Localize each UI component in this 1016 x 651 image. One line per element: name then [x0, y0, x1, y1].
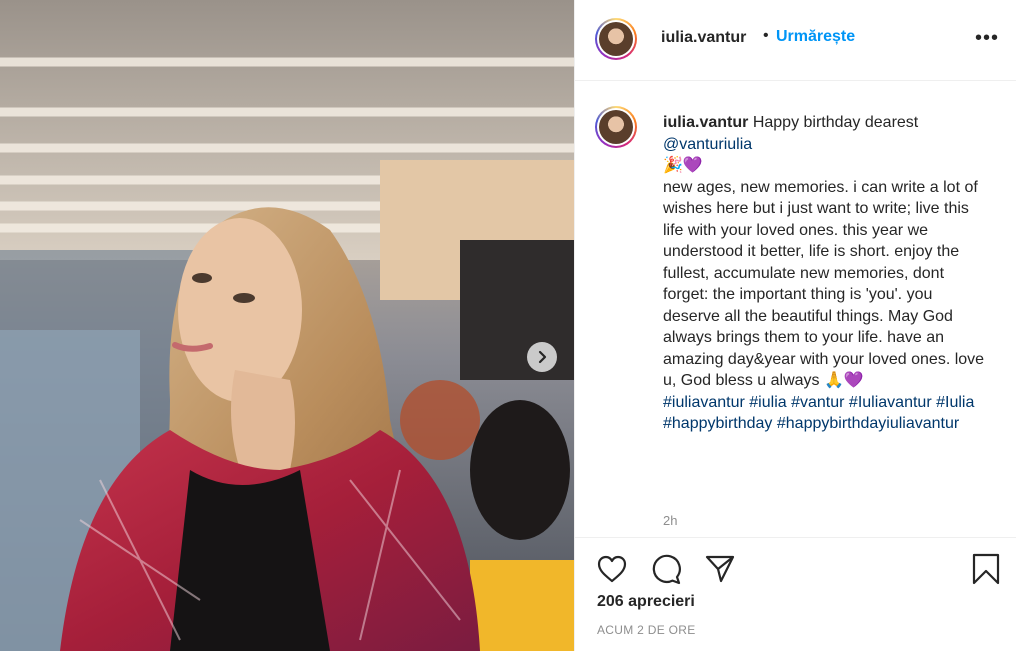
comment-icon: [652, 554, 681, 585]
hashtag-link[interactable]: #vantur: [791, 394, 844, 411]
caption-body: new ages, new memories. i can write a lo…: [663, 178, 985, 390]
more-options-icon[interactable]: •••: [975, 28, 999, 48]
hashtag-link[interactable]: #happybirthdayiuliavantur: [777, 415, 959, 432]
header-username[interactable]: iulia.vantur: [661, 29, 746, 47]
caption-intro: Happy birthday dearest: [752, 114, 919, 131]
share-button[interactable]: [703, 552, 737, 586]
caption-timestamp[interactable]: 2h: [663, 513, 677, 528]
bookmark-icon: [972, 553, 1000, 585]
avatar-image: [599, 22, 633, 56]
likes-count[interactable]: 206 aprecieri: [597, 593, 695, 611]
save-button[interactable]: [969, 552, 1003, 586]
separator-dot: •: [763, 27, 769, 44]
heart-icon: [597, 555, 627, 583]
post-time-ago[interactable]: ACUM 2 DE ORE: [597, 623, 696, 637]
follow-button[interactable]: Urmărește: [776, 28, 855, 46]
comment-button[interactable]: [649, 552, 683, 586]
post-side-panel: iulia.vantur • Urmărește ••• iulia.vantu…: [574, 0, 1016, 651]
caption-body-emoji: 🙏💜: [823, 372, 864, 389]
hashtag-link[interactable]: #Iuliavantur: [849, 394, 932, 411]
chevron-right-icon: [538, 350, 547, 364]
post-header: iulia.vantur • Urmărește •••: [575, 0, 1016, 81]
photo-illustration: [0, 0, 574, 651]
share-icon: [705, 555, 735, 583]
hashtag-link[interactable]: #happybirthday: [663, 415, 772, 432]
caption-username[interactable]: iulia.vantur: [663, 114, 748, 131]
action-bar: [575, 537, 1016, 598]
post-photo[interactable]: [0, 0, 574, 651]
like-button[interactable]: [595, 552, 629, 586]
avatar-image: [599, 110, 633, 144]
caption-mention[interactable]: @vanturiulia: [663, 136, 752, 153]
avatar[interactable]: [595, 18, 637, 60]
post-caption: iulia.vantur Happy birthday dearest @van…: [663, 112, 993, 435]
caption-hashtags: #iuliavantur #iulia #vantur #Iuliavantur…: [663, 392, 993, 435]
hashtag-link[interactable]: #iuliavantur: [663, 394, 745, 411]
next-photo-button[interactable]: [527, 342, 557, 372]
caption-avatar[interactable]: [595, 106, 637, 148]
hashtag-link[interactable]: #iulia: [749, 394, 786, 411]
caption-emoji-line: 🎉💜: [663, 157, 703, 174]
hashtag-link[interactable]: #Iulia: [936, 394, 974, 411]
